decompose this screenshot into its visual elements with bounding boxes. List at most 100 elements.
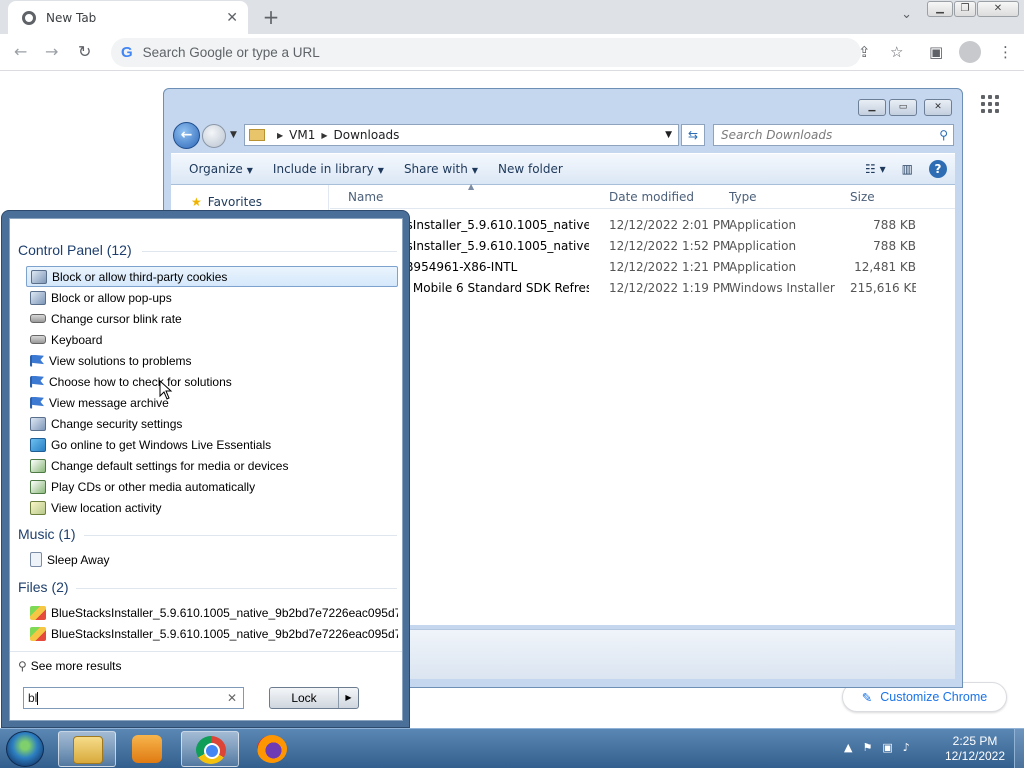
- profile-icon[interactable]: [959, 41, 981, 63]
- column-size[interactable]: Size: [850, 190, 875, 204]
- clear-search-icon[interactable]: ✕: [227, 688, 237, 708]
- power-options-arrow-icon[interactable]: ▶: [338, 688, 358, 708]
- preview-pane-icon[interactable]: ▥: [902, 162, 913, 176]
- include-in-library-button[interactable]: Include in library ▼: [263, 162, 394, 176]
- tab-search-dropdown-icon[interactable]: ⌄: [901, 7, 912, 22]
- column-name[interactable]: Name: [348, 190, 383, 204]
- show-desktop-button[interactable]: [1014, 729, 1024, 768]
- start-menu: Control Panel (12) Block or allow third-…: [1, 210, 410, 728]
- reload-icon[interactable]: ↻: [78, 42, 91, 61]
- folder-icon: [73, 736, 103, 764]
- action-center-icon[interactable]: ⚑: [862, 741, 872, 754]
- group-title-control-panel[interactable]: Control Panel (12): [18, 242, 132, 258]
- back-icon[interactable]: ←: [14, 42, 27, 61]
- explorer-address-bar[interactable]: ▶ VM1 ▶ Downloads ▼: [244, 124, 679, 146]
- result-windows-live-essentials[interactable]: Go online to get Windows Live Essentials: [26, 434, 398, 455]
- address-dropdown-icon[interactable]: ▼: [665, 130, 672, 140]
- result-default-media-settings[interactable]: Change default settings for media or dev…: [26, 455, 398, 476]
- result-label: Keyboard: [51, 332, 103, 347]
- tab-close-icon[interactable]: ✕: [226, 10, 238, 26]
- file-row[interactable]: ws Mobile 6 Standard SDK Refresh 12/12/2…: [330, 278, 955, 299]
- breadcrumb-downloads[interactable]: Downloads: [334, 128, 400, 142]
- file-row[interactable]: -KB954961-X86-INTL 12/12/2022 1:21 PM Ap…: [330, 257, 955, 278]
- column-type[interactable]: Type: [729, 190, 757, 204]
- chrome-icon: [196, 736, 226, 764]
- group-title-music[interactable]: Music (1): [18, 526, 76, 542]
- explorer-minimize-button[interactable]: ▁: [858, 99, 886, 116]
- help-icon[interactable]: ?: [929, 160, 947, 178]
- result-label: Change security settings: [51, 416, 183, 431]
- action-center-flag-icon: [30, 354, 44, 367]
- result-security-settings[interactable]: Change security settings: [26, 413, 398, 434]
- show-hidden-icons-icon[interactable]: ▲: [844, 741, 852, 754]
- taskbar-chrome-button[interactable]: [181, 731, 239, 767]
- start-search-input[interactable]: bl ✕: [23, 687, 244, 709]
- network-icon[interactable]: ▣: [882, 741, 892, 754]
- breadcrumb-vm1[interactable]: VM1: [289, 128, 315, 142]
- organize-button[interactable]: Organize ▼: [179, 162, 263, 176]
- lock-button[interactable]: Lock ▶: [269, 687, 359, 709]
- share-icon[interactable]: ⇪: [858, 43, 871, 61]
- new-folder-button[interactable]: New folder: [488, 162, 573, 176]
- apps-grid-icon[interactable]: [981, 95, 999, 113]
- folder-icon: [249, 129, 265, 141]
- taskbar-media-player-button[interactable]: [118, 731, 176, 767]
- group-divider: [142, 251, 397, 252]
- menu-icon[interactable]: ⋮: [998, 43, 1013, 61]
- result-bluestacks-installer[interactable]: BlueStacksInstaller_5.9.610.1005_native_…: [26, 602, 398, 623]
- chevron-down-icon: ▼: [377, 166, 384, 175]
- breadcrumb-separator-icon[interactable]: ▶: [321, 131, 327, 140]
- media-player-icon: [132, 735, 162, 763]
- result-location-activity[interactable]: View location activity: [26, 497, 398, 518]
- result-keyboard[interactable]: Keyboard: [26, 329, 398, 350]
- explorer-close-button[interactable]: ✕: [924, 99, 952, 116]
- result-block-pop-ups[interactable]: Block or allow pop-ups: [26, 287, 398, 308]
- start-button[interactable]: [6, 731, 44, 767]
- explorer-refresh-icon[interactable]: ⇆: [681, 124, 705, 146]
- see-more-results-link[interactable]: ⚲ See more results: [18, 659, 122, 673]
- result-view-solutions[interactable]: View solutions to problems: [26, 350, 398, 371]
- file-row[interactable]: cksInstaller_5.9.610.1005_native_9... 12…: [330, 215, 955, 236]
- volume-icon[interactable]: ♪: [903, 741, 910, 754]
- share-with-button[interactable]: Share with ▼: [394, 162, 488, 176]
- side-panel-icon[interactable]: ▣: [929, 43, 943, 61]
- tab-new-tab[interactable]: New Tab ✕: [8, 1, 248, 34]
- column-date-modified[interactable]: Date modified: [609, 190, 694, 204]
- bookmark-star-icon[interactable]: ☆: [890, 43, 903, 61]
- forward-icon[interactable]: →: [45, 42, 58, 61]
- taskbar-explorer-button[interactable]: [58, 731, 116, 767]
- result-check-for-solutions[interactable]: Choose how to check for solutions: [26, 371, 398, 392]
- result-label: BlueStacksInstaller_5.9.610.1005_native_…: [51, 605, 398, 620]
- result-cursor-blink-rate[interactable]: Change cursor blink rate: [26, 308, 398, 329]
- restore-button[interactable]: ❐: [954, 1, 976, 17]
- result-bluestacks-installer[interactable]: BlueStacksInstaller_5.9.610.1005_native_…: [26, 623, 398, 644]
- explorer-maximize-button[interactable]: ▭: [889, 99, 917, 116]
- explorer-back-icon[interactable]: ←: [173, 122, 200, 149]
- result-label: View message archive: [49, 395, 169, 410]
- explorer-search-input[interactable]: Search Downloads ⚲: [713, 124, 954, 146]
- nav-favorites[interactable]: ★ Favorites: [191, 195, 262, 209]
- group-title-files[interactable]: Files (2): [18, 579, 69, 595]
- breadcrumb-separator-icon[interactable]: ▶: [277, 131, 283, 140]
- result-block-third-party-cookies[interactable]: Block or allow third-party cookies: [26, 266, 398, 287]
- action-center-flag-icon: [30, 396, 44, 409]
- change-view-icon[interactable]: ☷ ▾: [865, 162, 886, 176]
- result-sleep-away[interactable]: Sleep Away: [26, 549, 398, 570]
- explorer-forward-icon[interactable]: [202, 124, 226, 148]
- result-view-message-archive[interactable]: View message archive: [26, 392, 398, 413]
- file-date: 12/12/2022 1:52 PM: [609, 239, 731, 253]
- recent-pages-dropdown-icon[interactable]: ▼: [230, 130, 237, 140]
- result-play-cds[interactable]: Play CDs or other media automatically: [26, 476, 398, 497]
- close-window-button[interactable]: ✕: [977, 1, 1019, 17]
- minimize-button[interactable]: ▁: [927, 1, 953, 17]
- file-name: -KB954961-X86-INTL: [393, 260, 518, 274]
- file-row[interactable]: cksInstaller_5.9.610.1005_native_9... 12…: [330, 236, 955, 257]
- search-icon: ⚲: [939, 128, 948, 142]
- taskbar-clock[interactable]: 2:25 PM 12/12/2022: [940, 734, 1010, 764]
- file-date: 12/12/2022 1:19 PM: [609, 281, 731, 295]
- internet-options-icon: [30, 290, 46, 305]
- taskbar-firefox-button[interactable]: [243, 731, 301, 767]
- new-tab-button[interactable]: +: [260, 5, 282, 29]
- organize-label: Organize: [189, 162, 243, 176]
- omnibox[interactable]: G Search Google or type a URL: [111, 38, 861, 67]
